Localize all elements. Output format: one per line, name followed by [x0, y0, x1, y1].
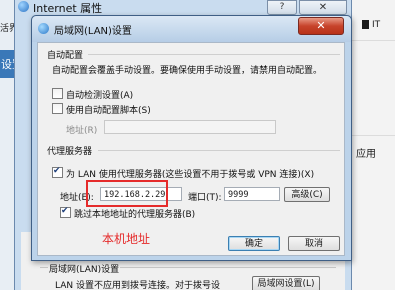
proxy-port-field[interactable]: 9999: [224, 187, 280, 201]
dialog-titlebar: 局域网(LAN)设置 ✕: [32, 16, 351, 42]
ok-button[interactable]: 确定: [228, 236, 280, 251]
background-apply-label: 应用: [356, 149, 376, 160]
lan-settings-button[interactable]: 局域网设置(L): [252, 276, 320, 290]
background-divider: [348, 135, 395, 136]
window-title: Internet 属性: [33, 2, 103, 15]
address-highlight-box: [86, 180, 168, 207]
background-right-top-label: IT: [372, 20, 381, 30]
annotation-caption: 本机地址: [102, 232, 151, 246]
auto-detect-label[interactable]: 自动检测设置(A): [66, 88, 133, 101]
advanced-button[interactable]: 高级(C): [284, 187, 330, 202]
proxy-divider: [98, 150, 340, 151]
auto-script-checkbox[interactable]: [52, 103, 63, 114]
proxy-group-title: 代理服务器: [47, 144, 95, 157]
dialog-content: 自动配置 自动配置会覆盖手动设置。要确保使用手动设置，请禁用自动配置。 自动检测…: [37, 42, 345, 256]
background-divider: [348, 40, 395, 41]
lan-settings-dialog: 局域网(LAN)设置 ✕ 自动配置 自动配置会覆盖手动设置。要确保使用手动设置，…: [31, 15, 352, 261]
use-proxy-label[interactable]: 为 LAN 使用代理服务器(这些设置不用于拨号或 VPN 连接)(X): [66, 167, 314, 180]
bypass-local-label[interactable]: 跳过本地地址的代理服务器(B): [74, 207, 195, 220]
lan-description: LAN 设置不应用到拨号连接。对于拨号设: [55, 281, 220, 290]
window-close-button[interactable]: ✕: [299, 0, 347, 15]
lan-group-title: 局域网(LAN)设置: [48, 262, 121, 275]
auto-detect-checkbox[interactable]: [52, 88, 63, 99]
internet-globe-icon: [18, 1, 29, 12]
dialog-close-button[interactable]: ✕: [298, 17, 344, 35]
auto-config-description: 自动配置会覆盖手动设置。要确保使用手动设置，请禁用自动配置。: [52, 66, 323, 76]
help-button[interactable]: ?: [267, 0, 297, 15]
script-address-label: 地址(R): [66, 126, 98, 136]
auto-script-label[interactable]: 使用自动配置脚本(S): [66, 103, 151, 116]
proxy-port-label: 端口(T):: [188, 193, 222, 203]
auto-config-title: 自动配置: [47, 48, 86, 61]
cancel-button[interactable]: 取消: [288, 236, 340, 251]
bypass-local-checkbox[interactable]: [60, 206, 71, 218]
use-proxy-checkbox[interactable]: [52, 166, 63, 178]
dialog-title: 局域网(LAN)设置: [54, 26, 132, 37]
auto-config-divider: [88, 54, 340, 55]
network-globe-icon: [38, 23, 49, 34]
script-address-field[interactable]: [104, 120, 276, 134]
background-app-icon: [362, 20, 369, 29]
